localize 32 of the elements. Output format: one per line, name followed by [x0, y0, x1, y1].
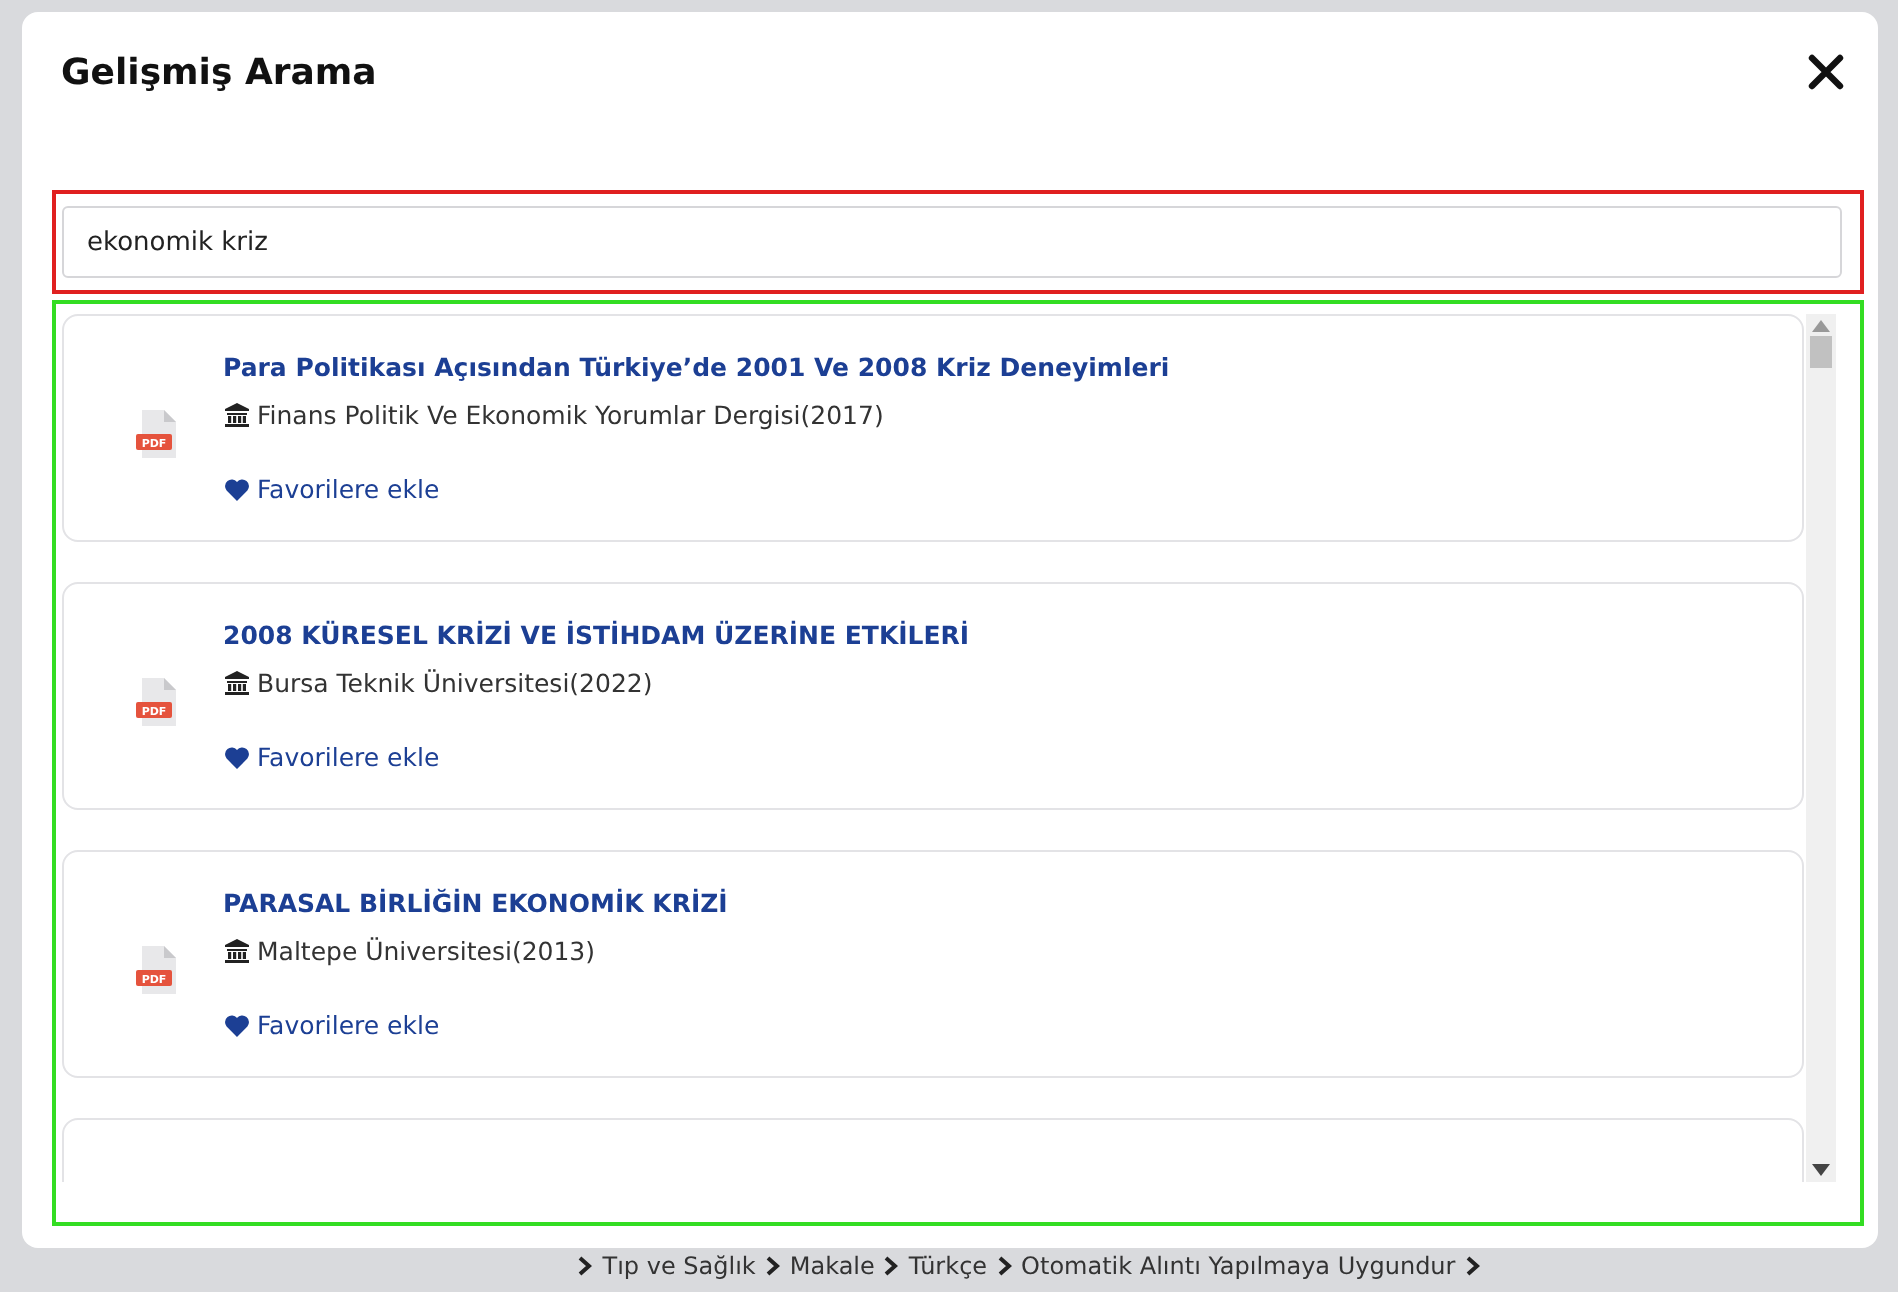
breadcrumb-link[interactable]: Otomatik Alıntı Yapılmaya Uygundur [1021, 1252, 1456, 1280]
result-source: Finans Politik Ve Ekonomik Yorumlar Dergisi(2017) [257, 400, 884, 430]
heart-icon [223, 1013, 249, 1037]
breadcrumb-link[interactable]: Tıp ve Sağlık [602, 1252, 756, 1280]
result-source: Maltepe Üniversitesi(2013) [257, 936, 596, 966]
close-icon [1807, 54, 1843, 90]
heart-icon [223, 477, 249, 501]
add-favorite-link[interactable]: Favorilere ekle [223, 1010, 440, 1040]
result-title-link[interactable]: PARASAL BİRLİĞİN EKONOMİK KRİZİ [223, 888, 728, 918]
scroll-down-icon[interactable] [1811, 1164, 1829, 1176]
institution-icon [223, 670, 249, 696]
breadcrumb-link[interactable]: Makale [789, 1252, 875, 1280]
result-title-link[interactable]: Para Politikası Açısından Türkiye’de 2001 Ve 2008 Kriz Deneyimleri [223, 352, 1170, 382]
chevron-icon [997, 1256, 1012, 1276]
scroll-thumb[interactable] [1809, 336, 1831, 368]
add-favorite-link[interactable]: Favorilere ekle [223, 742, 440, 772]
scrollbar[interactable] [1805, 314, 1835, 1182]
result-source: Bursa Teknik Üniversitesi(2022) [257, 668, 653, 698]
add-favorite-link[interactable]: Favorilere ekle [223, 474, 440, 504]
heart-icon [223, 745, 249, 769]
search-input[interactable]: ekonomik kriz [61, 206, 1841, 278]
result-title-link[interactable]: 2008 KÜRESEL KRİZİ VE İSTİHDAM ÜZERİNE ETKİLERİ [223, 620, 970, 650]
institution-icon [223, 402, 249, 428]
chevron-icon [578, 1256, 593, 1276]
chevron-icon [765, 1256, 780, 1276]
chevron-icon [884, 1256, 899, 1276]
breadcrumb-link[interactable]: Türkçe [908, 1252, 988, 1280]
dialog-title: Gelişmiş Arama [61, 51, 377, 93]
institution-icon [223, 938, 249, 964]
scroll-up-icon[interactable] [1811, 320, 1829, 332]
close-button[interactable] [1803, 50, 1847, 94]
chevron-icon [1465, 1256, 1480, 1276]
